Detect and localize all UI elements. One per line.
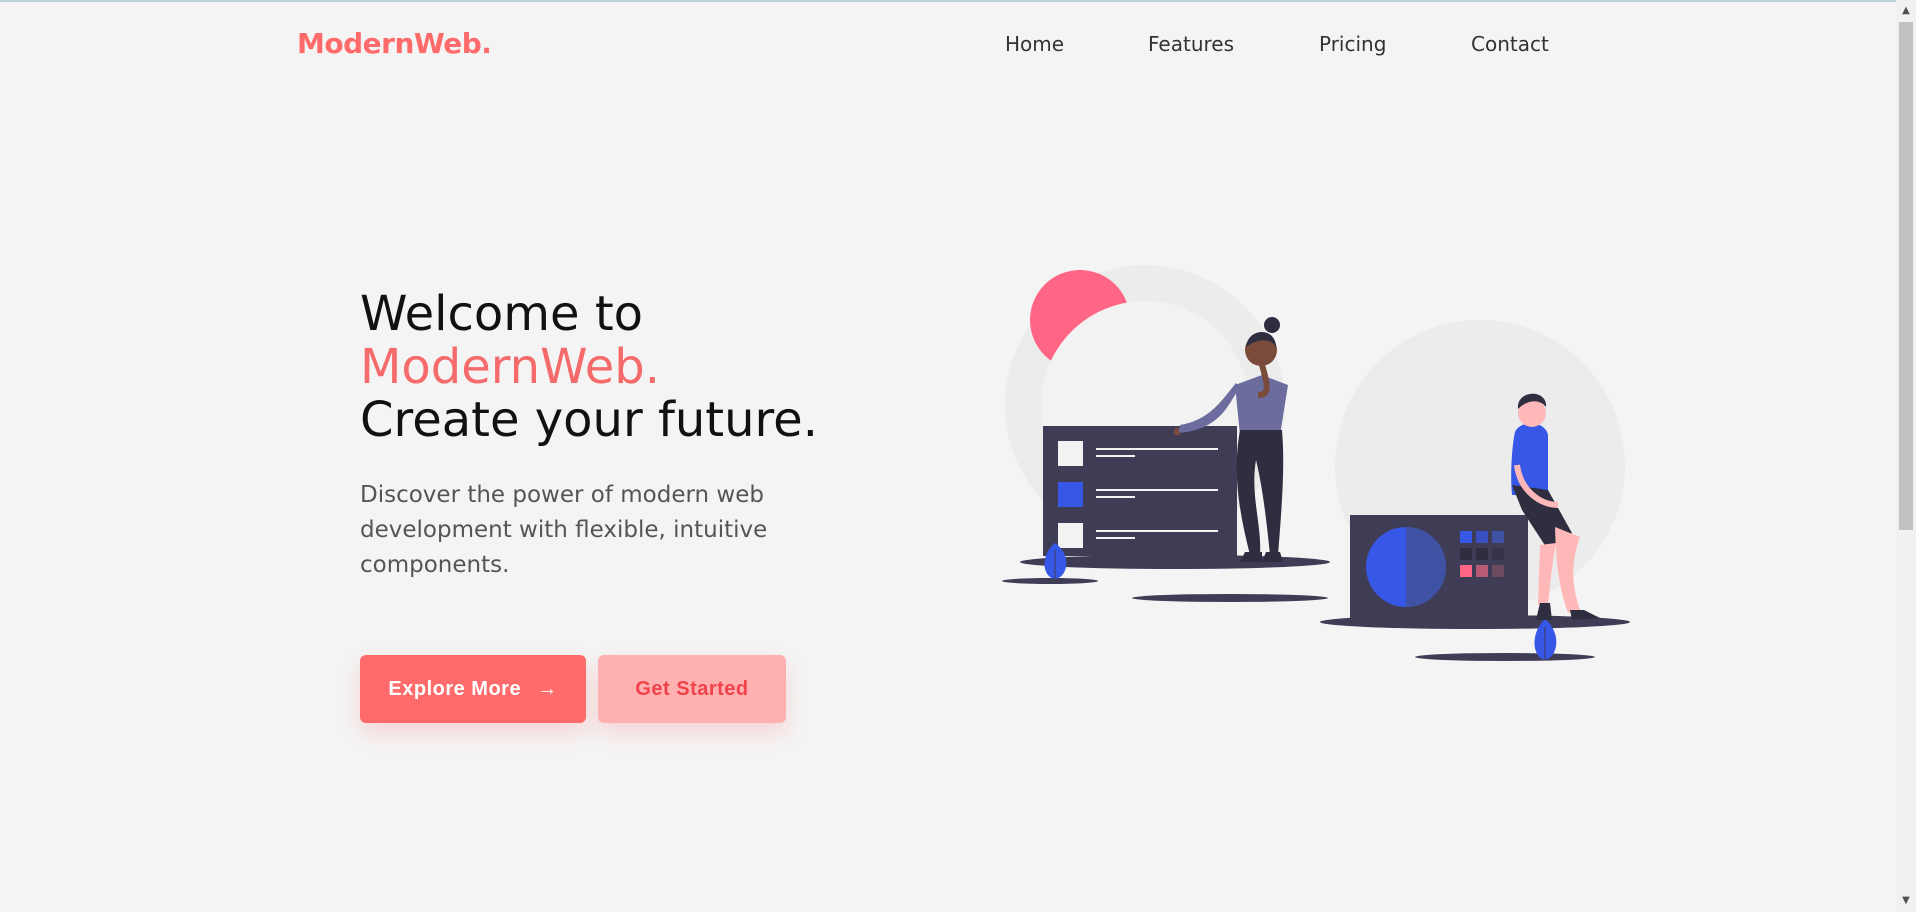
ground-ellipse-middle xyxy=(1132,594,1328,602)
get-started-button[interactable]: Get Started xyxy=(598,655,786,723)
explore-more-label: Explore More xyxy=(388,677,522,700)
arrow-right-icon: → xyxy=(537,677,558,700)
ground-ellipse-left xyxy=(1020,555,1330,569)
window-top-border xyxy=(0,0,1916,2)
nav-item-pricing[interactable]: Pricing xyxy=(1319,32,1386,56)
nav-item-features[interactable]: Features xyxy=(1148,32,1234,56)
brand-logo[interactable]: ModernWeb. xyxy=(297,27,492,60)
nav-item-home[interactable]: Home xyxy=(1005,32,1064,56)
checkbox-1 xyxy=(1058,441,1083,466)
hero-title-line-3: Create your future. xyxy=(360,392,818,448)
ground-ellipse-small xyxy=(1002,578,1098,584)
hero-illustration xyxy=(1002,265,1630,661)
hero-title: Welcome to ModernWeb. Create your future… xyxy=(360,288,818,447)
scroll-up-icon[interactable]: ▲ xyxy=(1896,2,1916,20)
explore-more-button[interactable]: Explore More → xyxy=(360,655,586,723)
ground-ellipse-bottom xyxy=(1415,653,1595,661)
scrollbar-thumb[interactable] xyxy=(1899,22,1913,530)
checkbox-2-checked xyxy=(1058,482,1083,507)
checkbox-3 xyxy=(1058,523,1083,548)
hero-title-line-1: Welcome to xyxy=(360,286,644,342)
hero-title-brand: ModernWeb. xyxy=(360,339,660,395)
nav-item-contact[interactable]: Contact xyxy=(1471,32,1549,56)
scroll-down-icon[interactable]: ▼ xyxy=(1896,892,1916,910)
hero-subtitle: Discover the power of modern web develop… xyxy=(360,482,768,578)
